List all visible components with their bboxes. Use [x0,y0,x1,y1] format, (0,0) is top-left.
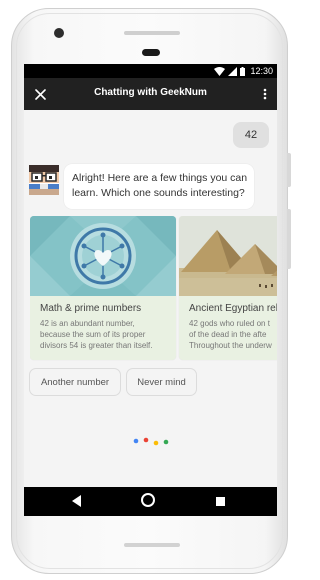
navigation-bar [24,487,277,516]
battery-icon [240,66,246,76]
status-icons: 12:30 [214,65,273,77]
wifi-icon [214,66,226,76]
back-button-icon[interactable] [72,495,82,507]
pyramids-image [179,216,277,296]
bot-message-bubble: Alright! Here are a few things you can l… [64,164,254,209]
topic-card-egypt[interactable]: Ancient Egyptian reli 42 gods who ruled … [179,216,277,360]
status-time: 12:30 [250,66,273,76]
topic-card-math[interactable]: Math & prime numbers 42 is an abundant n… [30,216,176,360]
card-description: 42 is an abundant number, because the su… [40,319,153,350]
math-topic-image [30,216,176,296]
app-bar: Chatting with GeekNum [24,78,277,110]
user-message-bubble: 42 [233,122,269,148]
front-camera [54,28,64,38]
overflow-menu-button[interactable] [257,84,273,104]
bottom-speaker-grille [124,543,180,547]
earpiece [142,49,160,56]
phone-screen: 12:30 Chatting with GeekNum 42 Alright! … [24,64,277,516]
assistant-listening-dots-icon [133,437,169,446]
recent-apps-button-icon[interactable] [216,497,225,506]
card-description: 42 gods who ruled on t of the dead in th… [189,319,272,350]
power-button [287,153,291,187]
app-title: Chatting with GeekNum [94,87,207,98]
volume-button [287,209,291,269]
card-title: Ancient Egyptian reli [189,303,277,314]
more-vert-icon [263,88,267,100]
card-title: Math & prime numbers [40,303,142,314]
geeknum-avatar [29,165,59,195]
home-button-icon[interactable] [141,493,155,507]
status-bar: 12:30 [24,64,277,78]
suggestion-chip-another-number[interactable]: Another number [29,368,121,396]
top-speaker-grille [124,31,180,35]
topic-carousel[interactable]: Math & prime numbers 42 is an abundant n… [30,216,277,364]
suggestion-chip-never-mind[interactable]: Never mind [126,368,197,396]
cell-signal-icon [228,66,238,76]
